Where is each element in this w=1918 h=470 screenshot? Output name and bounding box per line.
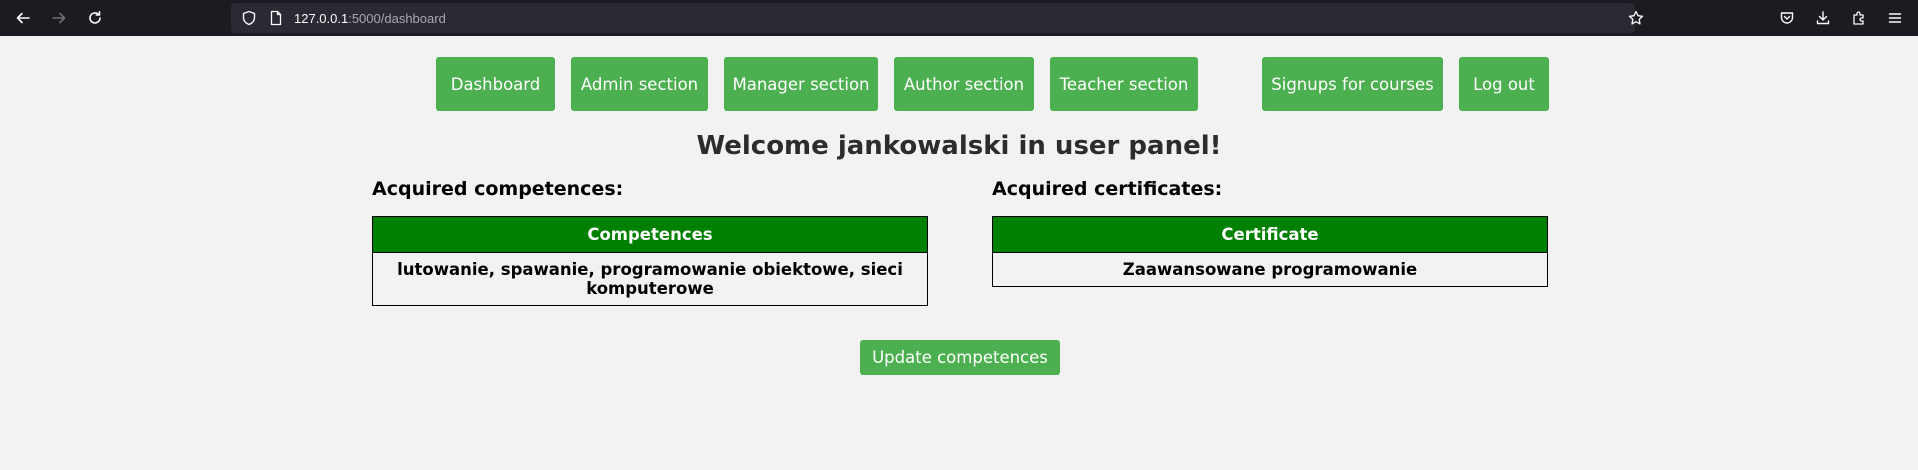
url-path: :5000/dashboard [348, 11, 446, 26]
url-host: 127.0.0.1 [294, 11, 349, 26]
browser-toolbar: 127.0.0.1:5000/dashboard [0, 0, 1918, 36]
address-bar[interactable]: 127.0.0.1:5000/dashboard [231, 3, 1644, 33]
reload-icon[interactable] [82, 5, 108, 31]
certificates-header: Certificate [992, 216, 1548, 253]
menu-icon[interactable] [1882, 5, 1908, 31]
page-icon[interactable] [268, 10, 284, 26]
table-row: lutowanie, spawanie, programowanie obiek… [372, 252, 928, 306]
nav-author-section-button[interactable]: Author section [894, 57, 1034, 111]
nav-teacher-section-button[interactable]: Teacher section [1050, 57, 1198, 111]
shield-icon[interactable] [241, 10, 257, 26]
pocket-icon[interactable] [1774, 5, 1800, 31]
nav-manager-section-button[interactable]: Manager section [724, 57, 878, 111]
page-title: Welcome jankowalski in user panel! [696, 131, 1222, 161]
competences-header: Competences [372, 216, 928, 253]
competences-title: Acquired competences: [372, 178, 624, 200]
competences-table: Competences lutowanie, spawanie, program… [372, 216, 928, 306]
back-icon[interactable] [10, 5, 36, 31]
certificates-title: Acquired certificates: [992, 178, 1223, 200]
certificates-table: Certificate Zaawansowane programowanie [992, 216, 1548, 287]
competences-value: lutowanie, spawanie, programowanie obiek… [372, 252, 928, 306]
nav-admin-section-button[interactable]: Admin section [571, 57, 708, 111]
nav-logout-button[interactable]: Log out [1459, 57, 1549, 111]
bookmark-star-icon[interactable] [1627, 10, 1645, 26]
nav-signups-button[interactable]: Signups for courses [1262, 57, 1443, 111]
nav-dashboard-button[interactable]: Dashboard [436, 57, 555, 111]
table-row: Zaawansowane programowanie [992, 252, 1548, 287]
url-text[interactable]: 127.0.0.1:5000/dashboard [294, 11, 446, 26]
extensions-icon[interactable] [1846, 5, 1872, 31]
downloads-icon[interactable] [1810, 5, 1836, 31]
forward-icon[interactable] [46, 5, 72, 31]
update-competences-button[interactable]: Update competences [860, 340, 1060, 375]
certificates-value: Zaawansowane programowanie [992, 252, 1548, 287]
